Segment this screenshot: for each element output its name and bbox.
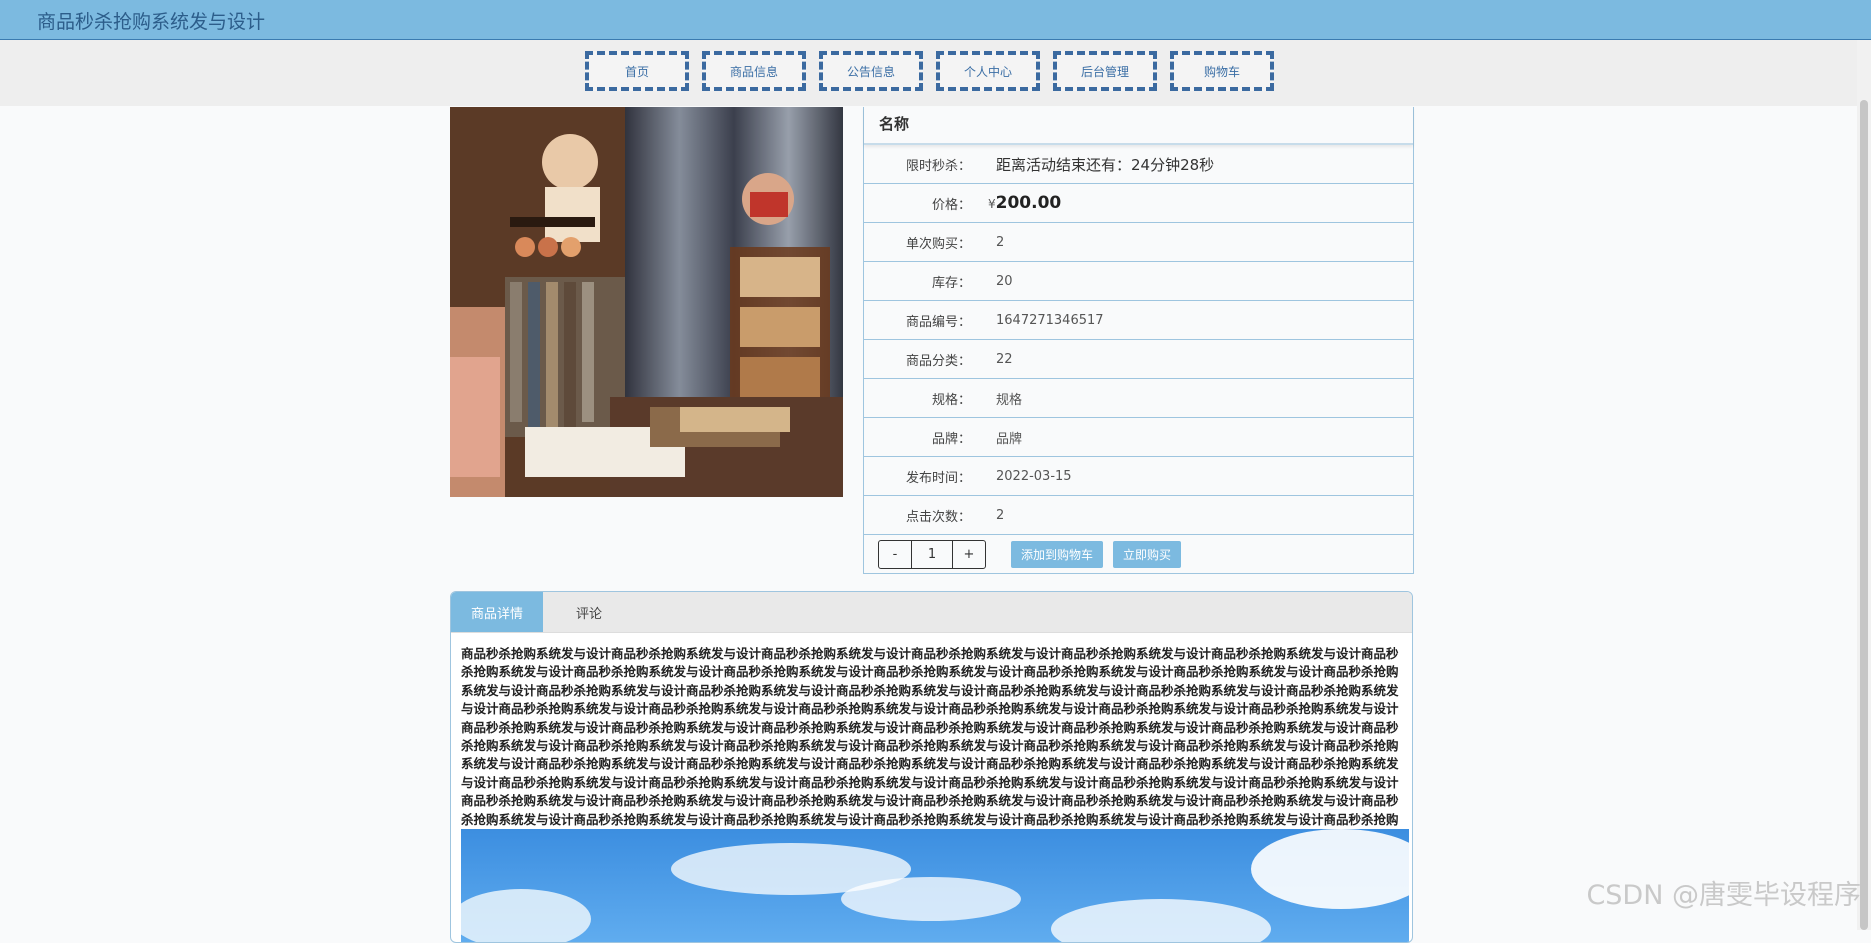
purchase-actions: - 1 + 添加到购物车 立即购买 xyxy=(864,535,1413,573)
spec-row: 规格： 规格 xyxy=(864,379,1413,418)
tab-comments[interactable]: 评论 xyxy=(543,592,635,632)
price-row: 价格： ¥200.00 xyxy=(864,184,1413,223)
product-code-label: 商品编号： xyxy=(905,314,971,330)
currency-symbol: ¥ xyxy=(988,197,996,211)
product-details-panel: 商品详情 评论 商品秒杀抢购系统发与设计商品秒杀抢购系统发与设计商品秒杀抢购系统… xyxy=(450,591,1413,943)
top-header-bar: 商品秒杀抢购系统发与设计 xyxy=(0,0,1871,40)
add-to-cart-button[interactable]: 添加到购物车 xyxy=(1011,540,1104,568)
details-tabs: 商品详情 评论 xyxy=(451,592,1412,633)
product-info-panel: 名称 限时秒杀： 距离活动结束还有：24分钟28秒 价格： ¥200.00 单次… xyxy=(863,107,1414,574)
category-row: 商品分类： 22 xyxy=(864,340,1413,379)
detail-image xyxy=(451,829,1412,942)
product-code-value: 1647271346517 xyxy=(996,312,1104,328)
price-value: 200.00 xyxy=(995,193,1062,213)
price-label: 价格： xyxy=(931,197,971,213)
clicks-row: 点击次数： 2 xyxy=(864,496,1413,535)
publish-date-label: 发布时间： xyxy=(905,470,971,486)
product-name: 名称 xyxy=(864,107,1413,145)
product-image xyxy=(450,107,843,497)
nav-announcements[interactable]: 公告信息 xyxy=(819,51,923,91)
spec-value: 规格 xyxy=(996,392,1023,408)
category-label: 商品分类： xyxy=(905,353,971,369)
flash-sale-countdown: 距离活动结束还有：24分钟28秒 xyxy=(996,155,1215,174)
stock-label: 库存： xyxy=(931,275,971,291)
nav-personal-center[interactable]: 个人中心 xyxy=(936,51,1040,91)
nav-home[interactable]: 首页 xyxy=(585,51,689,91)
per-purchase-label: 单次购买： xyxy=(905,236,971,252)
nav-products[interactable]: 商品信息 xyxy=(702,51,806,91)
scrollbar-thumb[interactable] xyxy=(1860,100,1868,930)
publish-date-row: 发布时间： 2022-03-15 xyxy=(864,457,1413,496)
category-value: 22 xyxy=(996,351,1013,367)
brand-row: 品牌： 品牌 xyxy=(864,418,1413,457)
per-purchase-value: 2 xyxy=(996,234,1005,250)
clicks-label: 点击次数： xyxy=(905,509,971,525)
flash-sale-label: 限时秒杀： xyxy=(905,158,971,174)
publish-date-value: 2022-03-15 xyxy=(996,468,1072,484)
increment-button[interactable]: + xyxy=(953,541,985,568)
brand-value: 品牌 xyxy=(996,431,1023,447)
flash-sale-row: 限时秒杀： 距离活动结束还有：24分钟28秒 xyxy=(864,145,1413,184)
quantity-stepper: - 1 + xyxy=(878,539,986,569)
stock-value: 20 xyxy=(996,273,1013,289)
nav-admin[interactable]: 后台管理 xyxy=(1053,51,1157,91)
spec-label: 规格： xyxy=(931,392,971,408)
price-value-wrap: ¥200.00 xyxy=(971,193,1061,213)
per-purchase-row: 单次购买： 2 xyxy=(864,223,1413,262)
site-title: 商品秒杀抢购系统发与设计 xyxy=(37,11,266,33)
page-scrollbar[interactable] xyxy=(1857,40,1871,930)
quantity-input[interactable]: 1 xyxy=(911,540,953,568)
decrement-button[interactable]: - xyxy=(879,541,911,568)
product-code-row: 商品编号： 1647271346517 xyxy=(864,301,1413,340)
clicks-value: 2 xyxy=(996,507,1005,523)
brand-label: 品牌： xyxy=(931,431,971,447)
main-nav: 首页 商品信息 公告信息 个人中心 后台管理 购物车 xyxy=(585,51,1287,91)
watermark: CSDN @唐雯毕设程序 xyxy=(1586,880,1861,911)
tab-product-details[interactable]: 商品详情 xyxy=(451,592,543,632)
stock-row: 库存： 20 xyxy=(864,262,1413,301)
buy-now-button[interactable]: 立即购买 xyxy=(1113,540,1182,568)
nav-cart[interactable]: 购物车 xyxy=(1170,51,1274,91)
